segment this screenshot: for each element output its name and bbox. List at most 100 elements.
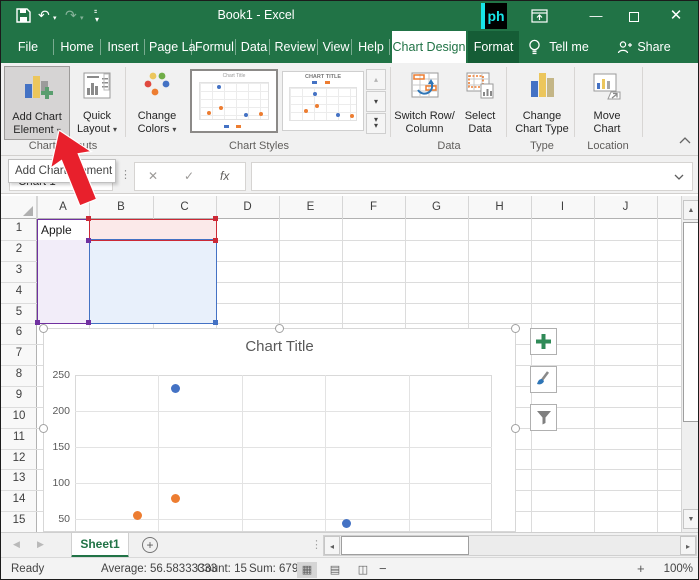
column-header-B[interactable]: B — [89, 196, 153, 218]
scroll-right-button[interactable]: ▸ — [680, 536, 696, 555]
chart-resize-handle[interactable] — [39, 424, 48, 433]
tab-view[interactable]: View — [321, 31, 351, 63]
collapse-ribbon-icon[interactable] — [679, 137, 691, 144]
row-header-5[interactable]: 5 — [1, 306, 37, 318]
column-header-D[interactable]: D — [216, 196, 279, 218]
tab-format[interactable]: Format — [468, 31, 519, 63]
share-button[interactable]: Share — [634, 31, 674, 63]
tab-file[interactable]: File — [11, 31, 45, 63]
sheet-nav-right-icon[interactable]: ▶ — [37, 539, 44, 550]
embedded-chart[interactable]: Chart Title 25020015010050 — [43, 328, 516, 532]
scroll-up-button[interactable]: ▲ — [683, 200, 699, 220]
enter-icon[interactable]: ✓ — [184, 169, 194, 183]
range-handle[interactable] — [213, 216, 218, 221]
vertical-scrollbar[interactable]: ▲ ▼ — [681, 196, 699, 532]
scatter-point-pineapple[interactable] — [171, 494, 180, 503]
undo-icon[interactable]: ↶ — [38, 7, 50, 23]
maximize-button[interactable] — [617, 1, 651, 31]
row-header-8[interactable]: 8 — [1, 368, 37, 380]
tab-page-la[interactable]: Page La — [149, 31, 189, 63]
range-handle[interactable] — [86, 238, 91, 243]
column-header-J[interactable]: J — [594, 196, 657, 218]
scatter-point-pineapple[interactable] — [133, 511, 142, 520]
column-header-I[interactable]: I — [531, 196, 594, 218]
share-person-icon[interactable] — [617, 40, 632, 55]
scatter-point-banana[interactable] — [171, 384, 180, 393]
ribbon-display-options-icon[interactable] — [531, 9, 548, 23]
change-chart-type-button[interactable]: Change Chart Type — [510, 66, 574, 140]
scroll-down-button[interactable]: ▼ — [683, 509, 699, 529]
page-layout-view-button[interactable]: ▤ — [325, 562, 345, 578]
row-header-9[interactable]: 9 — [1, 389, 37, 401]
scroll-left-button[interactable]: ◂ — [324, 536, 340, 555]
chart-resize-handle[interactable] — [275, 324, 284, 333]
tell-me-box[interactable]: Tell me — [547, 31, 591, 63]
tab-home[interactable]: Home — [58, 31, 96, 63]
select-data-button[interactable]: Select Data — [457, 66, 503, 140]
expand-formula-bar-icon[interactable] — [674, 174, 684, 180]
select-all-button[interactable] — [1, 196, 37, 219]
tab-formul[interactable]: Formul — [195, 31, 233, 63]
minimize-button[interactable]: — — [579, 1, 613, 31]
range-handle[interactable] — [213, 320, 218, 325]
horizontal-scrollbar[interactable]: ◂ ▸ — [323, 535, 697, 556]
row-header-10[interactable]: 10 — [1, 410, 37, 422]
row-header-12[interactable]: 12 — [1, 452, 37, 464]
gallery-scroll-down-button[interactable]: ▾ — [366, 91, 386, 112]
chart-resize-handle[interactable] — [511, 324, 520, 333]
row-header-6[interactable]: 6 — [1, 326, 37, 338]
category-range-border[interactable] — [37, 219, 90, 324]
chart-resize-handle[interactable] — [39, 324, 48, 333]
redo-icon[interactable]: ↷ — [65, 7, 77, 23]
chart-filters-button[interactable] — [530, 404, 557, 431]
page-break-view-button[interactable]: ◫ — [353, 562, 373, 578]
zoom-out-button[interactable]: − — [379, 561, 387, 576]
row-header-14[interactable]: 14 — [1, 493, 37, 505]
tab-insert[interactable]: Insert — [105, 31, 141, 63]
name-box-resize-handle[interactable]: ⋮ — [120, 168, 131, 181]
row-header-11[interactable]: 11 — [1, 431, 37, 443]
range-handle[interactable] — [35, 320, 40, 325]
vertical-scroll-thumb[interactable] — [683, 222, 699, 422]
value-range-border[interactable] — [89, 239, 217, 324]
row-header-4[interactable]: 4 — [1, 285, 37, 297]
chart-elements-button[interactable] — [530, 328, 557, 355]
new-sheet-button[interactable]: + — [142, 537, 158, 553]
tab-splitter-handle[interactable]: ⋮ — [311, 538, 322, 551]
horizontal-scroll-thumb[interactable] — [341, 536, 469, 555]
change-colors-button[interactable]: Change Colors ▾ — [129, 66, 185, 140]
redo-dropdown-icon[interactable]: ▾ — [80, 11, 84, 27]
row-header-7[interactable]: 7 — [1, 347, 37, 359]
tell-me-lightbulb-icon[interactable] — [528, 39, 541, 56]
tab-review[interactable]: Review — [273, 31, 317, 63]
row-header-2[interactable]: 2 — [1, 243, 37, 255]
header-range-border[interactable] — [89, 219, 217, 241]
chart-resize-handle[interactable] — [511, 424, 520, 433]
tab-help[interactable]: Help — [355, 31, 387, 63]
sheet-nav-left-icon[interactable]: ◀ — [13, 539, 20, 550]
range-handle[interactable] — [86, 320, 91, 325]
range-handle[interactable] — [86, 216, 91, 221]
row-header-1[interactable]: 1 — [1, 222, 37, 234]
normal-view-button[interactable]: ▦ — [297, 562, 317, 578]
insert-function-icon[interactable]: fx — [220, 169, 229, 183]
chart-title[interactable]: Chart Title — [44, 338, 515, 355]
close-button[interactable]: ✕ — [659, 1, 693, 31]
row-header-15[interactable]: 15 — [1, 514, 37, 526]
tab-chart-design[interactable]: Chart Design — [392, 31, 466, 63]
chart-style-thumbnail-1[interactable]: Chart Title — [190, 69, 278, 133]
column-header-F[interactable]: F — [342, 196, 405, 218]
chart-styles-button[interactable] — [530, 366, 557, 393]
gallery-expand-button[interactable]: ▾▾ — [366, 113, 386, 134]
sheet-tab-sheet1[interactable]: Sheet1 — [71, 533, 129, 558]
chart-plot-area[interactable] — [75, 375, 492, 532]
save-icon[interactable] — [16, 8, 31, 23]
scatter-point-banana[interactable] — [342, 519, 351, 528]
undo-dropdown-icon[interactable]: ▾ — [53, 11, 57, 27]
column-header-G[interactable]: G — [405, 196, 468, 218]
column-header-E[interactable]: E — [279, 196, 342, 218]
switch-row-column-button[interactable]: Switch Row/ Column — [393, 66, 456, 140]
column-header-H[interactable]: H — [468, 196, 531, 218]
column-header-C[interactable]: C — [153, 196, 216, 218]
cancel-icon[interactable]: ✕ — [148, 169, 158, 183]
